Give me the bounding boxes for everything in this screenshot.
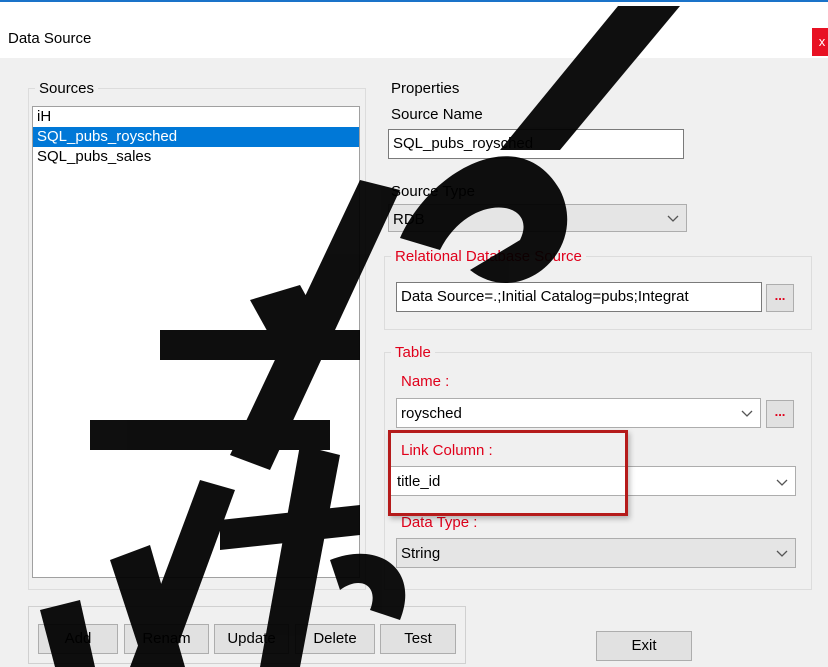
table-browse-button[interactable]: ...: [766, 400, 794, 428]
update-button[interactable]: Update: [214, 624, 289, 654]
test-button[interactable]: Test: [380, 624, 456, 654]
chevron-down-icon: [776, 550, 788, 557]
data-type-label: Data Type :: [401, 514, 478, 531]
link-column-value: title_id: [397, 473, 441, 490]
window-title: Data Source: [8, 30, 92, 47]
table-group-label: Table: [395, 344, 431, 361]
close-icon: x: [818, 34, 826, 49]
delete-button[interactable]: Delete: [295, 624, 375, 654]
source-name-field[interactable]: SQL_pubs_roysched: [388, 129, 684, 159]
add-button[interactable]: Add: [38, 624, 118, 654]
chevron-down-icon: [741, 410, 753, 417]
ellipsis-icon: ...: [774, 404, 786, 419]
list-item[interactable]: SQL_pubs_sales: [33, 147, 359, 167]
connection-string-field[interactable]: Data Source=.;Initial Catalog=pubs;Integ…: [396, 282, 762, 312]
link-column-select[interactable]: title_id: [388, 466, 796, 496]
ellipsis-icon: ...: [774, 288, 786, 303]
table-name-select[interactable]: roysched: [396, 398, 761, 428]
close-button[interactable]: x: [812, 28, 828, 56]
data-type-value: String: [401, 545, 441, 562]
link-column-label: Link Column :: [401, 442, 493, 459]
rdb-source-label: Relational Database Source: [395, 248, 582, 265]
list-item[interactable]: iH: [33, 107, 359, 127]
source-type-label: Source Type: [391, 183, 475, 200]
table-name-label: Name :: [401, 373, 450, 390]
sources-listbox[interactable]: iH SQL_pubs_roysched SQL_pubs_sales: [32, 106, 360, 578]
data-source-dialog: Data Source x Sources iH SQL_pubs_roysch…: [0, 0, 828, 667]
source-type-value: RDB: [393, 211, 425, 228]
source-type-select[interactable]: RDB: [388, 204, 687, 232]
title-bar: Data Source x: [0, 2, 828, 58]
chevron-down-icon: [667, 215, 679, 222]
source-name-label: Source Name: [391, 106, 483, 123]
sources-group-label: Sources: [39, 80, 95, 97]
exit-button[interactable]: Exit: [596, 631, 692, 661]
properties-label: Properties: [391, 80, 460, 97]
connection-browse-button[interactable]: ...: [766, 284, 794, 312]
table-name-value: roysched: [401, 405, 462, 422]
chevron-down-icon: [776, 479, 788, 486]
rename-button[interactable]: Renam: [124, 624, 209, 654]
list-item[interactable]: SQL_pubs_roysched: [33, 127, 359, 147]
data-type-select[interactable]: String: [396, 538, 796, 568]
